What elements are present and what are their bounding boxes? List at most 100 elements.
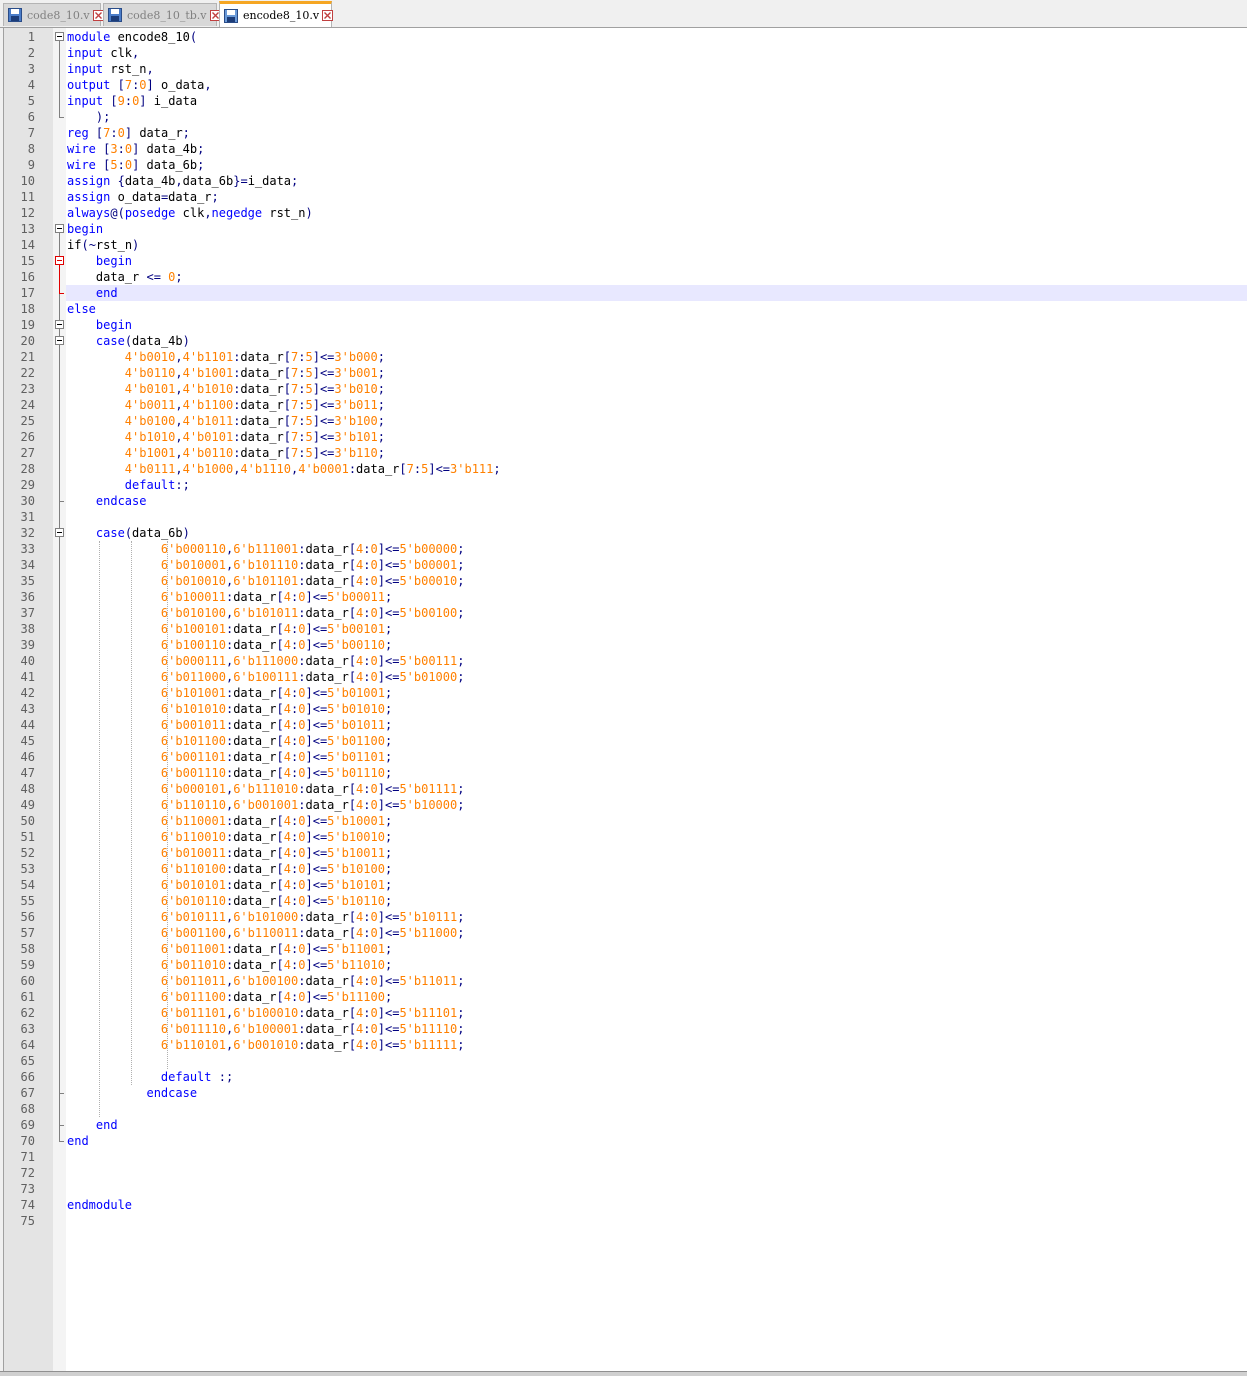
line-number: 11 [20, 190, 35, 204]
code-line[interactable]: 6'b110001:data_r[4:0]<=5'b10001; [67, 813, 392, 829]
line-number: 46 [20, 750, 35, 764]
line-number: 20 [20, 334, 35, 348]
code-editor[interactable]: 1 module encode8_10(2 input clk, 3 input rst… [3, 28, 1247, 1371]
code-line[interactable]: 4'b1001,4'b0110:data_r[7:5]<=3'b110; [67, 445, 385, 461]
code-line[interactable]: 4'b0011,4'b1100:data_r[7:5]<=3'b011; [67, 397, 385, 413]
code-line[interactable]: 6'b101001:data_r[4:0]<=5'b01001; [67, 685, 392, 701]
code-line[interactable]: input rst_n, [67, 61, 154, 77]
line-number: 59 [20, 958, 35, 972]
code-line[interactable]: assign {data_4b,data_6b}=i_data; [67, 173, 298, 189]
code-line[interactable]: 4'b0110,4'b1001:data_r[7:5]<=3'b001; [67, 365, 385, 381]
fold-toggle-icon[interactable] [55, 32, 64, 41]
code-line[interactable]: 6'b110101,6'b001010:data_r[4:0]<=5'b1111… [67, 1037, 465, 1053]
code-line[interactable]: 6'b000110,6'b111001:data_r[4:0]<=5'b0000… [67, 541, 465, 557]
tab-encode8-10[interactable]: encode8_10.v [219, 1, 334, 27]
code-line[interactable]: 6'b110100:data_r[4:0]<=5'b10100; [67, 861, 392, 877]
fold-toggle-icon[interactable] [55, 320, 64, 329]
code-line[interactable]: wire [5:0] data_6b; [67, 157, 204, 173]
current-line-highlight [66, 285, 1247, 301]
line-number: 29 [20, 478, 35, 492]
code-line[interactable]: begin [67, 317, 132, 333]
code-line[interactable]: 6'b010001,6'b101110:data_r[4:0]<=5'b0000… [67, 557, 465, 573]
fold-end [59, 1141, 64, 1142]
code-line[interactable]: case(data_6b) [67, 525, 190, 541]
code-line[interactable]: 6'b001011:data_r[4:0]<=5'b01011; [67, 717, 392, 733]
code-line[interactable]: 6'b011001:data_r[4:0]<=5'b11001; [67, 941, 392, 957]
fold-end [59, 1125, 64, 1126]
code-line[interactable]: 6'b101010:data_r[4:0]<=5'b01010; [67, 701, 392, 717]
line-number: 18 [20, 302, 35, 316]
line-number: 42 [20, 686, 35, 700]
line-number: 53 [20, 862, 35, 876]
code-line[interactable]: output [7:0] o_data, [67, 77, 212, 93]
code-line[interactable]: 4'b1010,4'b0101:data_r[7:5]<=3'b101; [67, 429, 385, 445]
code-line[interactable]: 6'b011110,6'b100001:data_r[4:0]<=5'b1111… [67, 1021, 465, 1037]
code-line[interactable]: end [67, 1133, 89, 1149]
save-file-icon [8, 8, 22, 22]
code-line[interactable]: 6'b110010:data_r[4:0]<=5'b10010; [67, 829, 392, 845]
line-number: 34 [20, 558, 35, 572]
code-line[interactable]: 6'b101100:data_r[4:0]<=5'b01100; [67, 733, 392, 749]
code-line[interactable]: end [67, 285, 118, 301]
tab-code8-10-tb[interactable]: code8_10_tb.v [103, 3, 221, 26]
indent-guide [131, 541, 132, 1085]
code-line[interactable]: 6'b110110,6'b001001:data_r[4:0]<=5'b1000… [67, 797, 465, 813]
code-line[interactable]: input [9:0] i_data [67, 93, 197, 109]
code-line[interactable]: 4'b0100,4'b1011:data_r[7:5]<=3'b100; [67, 413, 385, 429]
code-line[interactable]: 6'b011011,6'b100100:data_r[4:0]<=5'b1101… [67, 973, 465, 989]
code-line[interactable]: wire [3:0] data_4b; [67, 141, 204, 157]
fold-toggle-icon[interactable] [55, 224, 64, 233]
code-line[interactable]: 6'b010111,6'b101000:data_r[4:0]<=5'b1011… [67, 909, 465, 925]
code-line[interactable]: 6'b001110:data_r[4:0]<=5'b01110; [67, 765, 392, 781]
code-line[interactable]: 6'b000101,6'b111010:data_r[4:0]<=5'b0111… [67, 781, 465, 797]
code-line[interactable]: always@(posedge clk,negedge rst_n) [67, 205, 313, 221]
code-line[interactable]: 4'b0101,4'b1010:data_r[7:5]<=3'b010; [67, 381, 385, 397]
tab-code8-10[interactable]: code8_10.v [3, 3, 104, 26]
close-icon[interactable] [322, 10, 334, 21]
code-line[interactable]: end [67, 1117, 118, 1133]
code-line[interactable]: endmodule [67, 1197, 132, 1213]
code-line[interactable]: 6'b011010:data_r[4:0]<=5'b11010; [67, 957, 392, 973]
code-line[interactable]: if(~rst_n) [67, 237, 139, 253]
code-line[interactable]: 6'b011100:data_r[4:0]<=5'b11100; [67, 989, 392, 1005]
code-line[interactable]: default:; [67, 477, 190, 493]
line-number: 3 [27, 62, 35, 76]
code-line[interactable]: 6'b100011:data_r[4:0]<=5'b00011; [67, 589, 392, 605]
code-line[interactable]: 4'b0111,4'b1000,4'b1110,4'b0001:data_r[7… [67, 461, 501, 477]
code-line[interactable]: reg [7:0] data_r; [67, 125, 190, 141]
line-number: 25 [20, 414, 35, 428]
tab-label: encode8_10.v [243, 9, 320, 22]
code-line[interactable]: begin [67, 221, 103, 237]
code-line[interactable]: 6'b011101,6'b100010:data_r[4:0]<=5'b1110… [67, 1005, 465, 1021]
fold-toggle-icon[interactable] [55, 528, 64, 537]
code-line[interactable]: else [67, 301, 96, 317]
fold-toggle-icon[interactable] [55, 336, 64, 345]
line-number: 40 [20, 654, 35, 668]
line-number: 58 [20, 942, 35, 956]
code-line[interactable]: 6'b001100,6'b110011:data_r[4:0]<=5'b1100… [67, 925, 465, 941]
code-line[interactable]: 6'b011000,6'b100111:data_r[4:0]<=5'b0100… [67, 669, 465, 685]
code-line[interactable]: 6'b010011:data_r[4:0]<=5'b10011; [67, 845, 392, 861]
code-line[interactable]: 6'b010100,6'b101011:data_r[4:0]<=5'b0010… [67, 605, 465, 621]
code-line[interactable]: assign o_data=data_r; [67, 189, 219, 205]
code-line[interactable]: 6'b001101:data_r[4:0]<=5'b01101; [67, 749, 392, 765]
line-number: 33 [20, 542, 35, 556]
code-line[interactable]: case(data_4b) [67, 333, 190, 349]
code-line[interactable]: 6'b000111,6'b111000:data_r[4:0]<=5'b0011… [67, 653, 465, 669]
code-line[interactable]: default :; [67, 1069, 233, 1085]
code-line[interactable]: endcase [67, 1085, 197, 1101]
code-line[interactable]: begin [67, 253, 132, 269]
fold-toggle-icon[interactable] [55, 256, 64, 265]
code-line[interactable]: 6'b100101:data_r[4:0]<=5'b00101; [67, 621, 392, 637]
code-line[interactable]: module encode8_10( [67, 29, 197, 45]
code-line[interactable]: input clk, [67, 45, 139, 61]
code-line[interactable]: endcase [67, 493, 147, 509]
code-line[interactable]: 4'b0010,4'b1101:data_r[7:5]<=3'b000; [67, 349, 385, 365]
code-line[interactable]: ); [67, 109, 110, 125]
code-line[interactable]: 6'b100110:data_r[4:0]<=5'b00110; [67, 637, 392, 653]
code-line[interactable]: 6'b010010,6'b101101:data_r[4:0]<=5'b0001… [67, 573, 465, 589]
code-line[interactable]: 6'b010101:data_r[4:0]<=5'b10101; [67, 877, 392, 893]
code-line[interactable]: 6'b010110:data_r[4:0]<=5'b10110; [67, 893, 392, 909]
close-icon[interactable] [92, 9, 104, 21]
code-line[interactable]: data_r <= 0; [67, 269, 183, 285]
